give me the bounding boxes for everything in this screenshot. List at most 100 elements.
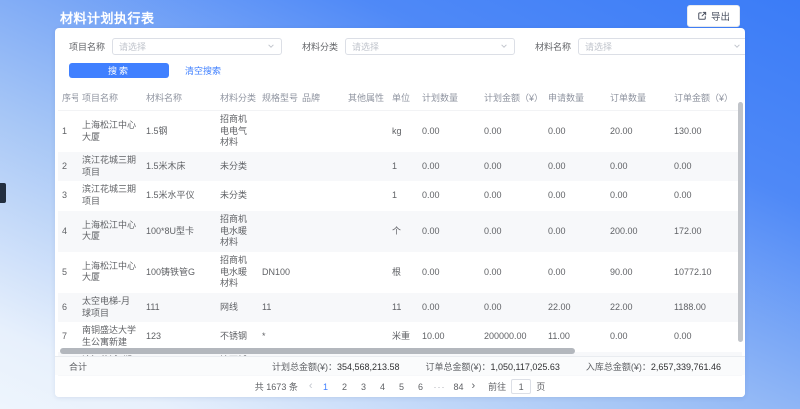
table-cell: 招商机电电气材料 <box>216 111 258 153</box>
table-cell: 90.00 <box>606 252 670 293</box>
column-header: 其他属性 <box>344 86 388 111</box>
search-button[interactable]: 搜索 <box>69 63 169 78</box>
table-cell: 滨江花城三期项目 <box>78 152 142 181</box>
table-cell: 0.00 <box>480 211 544 252</box>
table-cell: 上海松江中心大厦 <box>78 111 142 153</box>
column-header: 项目名称 <box>78 86 142 111</box>
select-placeholder: 请选择 <box>585 40 612 53</box>
filter-bar: 项目名称 请选择 材料分类 请选择 材料名称 请选择 <box>69 37 731 55</box>
goto-page-input[interactable] <box>511 379 531 394</box>
table-cell: 1 <box>388 152 418 181</box>
material-name-select[interactable]: 请选择 <box>578 38 745 55</box>
clear-search-link[interactable]: 清空搜索 <box>185 64 221 77</box>
main-card: 项目名称 请选择 材料分类 请选择 材料名称 请选择 <box>55 28 745 397</box>
pagination-bar: 共 1673 条 ‹ 123456···84 › 前往 页 <box>55 376 745 397</box>
vertical-scrollbar[interactable] <box>738 102 743 342</box>
table-cell: 22.00 <box>606 293 670 322</box>
table-cell: 11 <box>388 293 418 322</box>
page-button[interactable]: 3 <box>358 382 370 392</box>
column-header: 规格型号 <box>258 86 298 111</box>
table-cell <box>298 211 344 252</box>
page-button[interactable]: 5 <box>396 382 408 392</box>
goto-unit-label: 页 <box>536 380 545 393</box>
page-ellipsis: ··· <box>434 382 446 392</box>
column-header: 序号 <box>58 86 78 111</box>
table-cell: 0.00 <box>606 181 670 210</box>
table-cell <box>344 252 388 293</box>
table-cell <box>258 211 298 252</box>
table-cell: 1.5钢 <box>142 111 216 153</box>
table-cell: 0.00 <box>418 181 480 210</box>
table-row: 5上海松江中心大厦100铸铁管G招商机电水暖材料DN100根0.000.000.… <box>58 252 742 293</box>
column-header: 计划数量 <box>418 86 480 111</box>
column-header: 品牌 <box>298 86 344 111</box>
table-cell: 1 <box>58 111 78 153</box>
table-cell: 0.00 <box>418 211 480 252</box>
table-cell: 100*8U型卡 <box>142 211 216 252</box>
table-header-row: 序号项目名称材料名称材料分类规格型号品牌其他属性单位计划数量计划金额（¥）申请数… <box>58 86 742 111</box>
table-cell: 0.00 <box>418 252 480 293</box>
table-cell: 0.00 <box>544 211 606 252</box>
table-cell: 0.00 <box>544 252 606 293</box>
pagination-total: 共 1673 条 <box>255 380 298 393</box>
page-button[interactable]: 2 <box>339 382 351 392</box>
export-button[interactable]: 导出 <box>687 5 740 27</box>
filter-material-name: 材料名称 请选择 <box>535 38 745 55</box>
project-name-select[interactable]: 请选择 <box>112 38 282 55</box>
next-page-button[interactable]: › <box>472 381 476 392</box>
sidebar-collapse-handle[interactable] <box>0 183 6 203</box>
summary-total: 入库总金额(¥)：2,657,339,761.46 <box>586 360 721 373</box>
summary-total: 订单总金额(¥)：1,050,117,025.63 <box>426 360 560 373</box>
chevron-down-icon <box>500 42 508 50</box>
column-header: 材料名称 <box>142 86 216 111</box>
horizontal-scrollbar[interactable] <box>60 348 575 354</box>
table-cell: 0.00 <box>418 152 480 181</box>
table-row: 2滨江花城三期项目1.5米木床未分类10.000.000.000.000.00 <box>58 152 742 181</box>
table-cell: 太空电梯-月球项目 <box>78 293 142 322</box>
page-button[interactable]: 6 <box>415 382 427 392</box>
table-cell: 111 <box>142 293 216 322</box>
page-button[interactable]: 1 <box>320 382 332 392</box>
table-cell <box>344 181 388 210</box>
table-cell: 130.00 <box>670 111 742 153</box>
prev-page-button[interactable]: ‹ <box>309 381 313 392</box>
table-cell: 1188.00 <box>670 293 742 322</box>
table-cell: 20.00 <box>606 111 670 153</box>
table-cell: 上海松江中心大厦 <box>78 252 142 293</box>
table-cell: kg <box>388 111 418 153</box>
table-cell: 2 <box>58 152 78 181</box>
page-button[interactable]: 4 <box>377 382 389 392</box>
table-cell <box>298 252 344 293</box>
material-category-select[interactable]: 请选择 <box>345 38 515 55</box>
table-cell <box>298 111 344 153</box>
table-cell: 5 <box>58 252 78 293</box>
table-cell: 6 <box>58 293 78 322</box>
page-title: 材料计划执行表 <box>60 8 155 27</box>
export-icon <box>697 11 707 21</box>
table-cell: 0.00 <box>606 152 670 181</box>
filter-material-category: 材料分类 请选择 <box>302 38 515 55</box>
table-cell: 上海松江中心大厦 <box>78 211 142 252</box>
table-cell: 未分类 <box>216 181 258 210</box>
table-cell: 0.00 <box>544 152 606 181</box>
table-cell: 根 <box>388 252 418 293</box>
table-cell: 0.00 <box>418 293 480 322</box>
table-cell <box>344 152 388 181</box>
table-cell: 0.00 <box>670 152 742 181</box>
filter-label: 材料分类 <box>302 40 338 53</box>
filter-project-name: 项目名称 请选择 <box>69 38 282 55</box>
table-cell: 招商机电水暖材料 <box>216 211 258 252</box>
table-cell <box>298 152 344 181</box>
summary-totals: 计划总金额(¥)：354,568,213.58订单总金额(¥)：1,050,11… <box>272 360 721 373</box>
table-cell: 0.00 <box>670 181 742 210</box>
table-cell: 0.00 <box>418 111 480 153</box>
table-cell: 0.00 <box>670 322 742 351</box>
table-cell <box>258 181 298 210</box>
page-button[interactable]: 84 <box>453 382 465 392</box>
table-row: 1上海松江中心大厦1.5钢招商机电电气材料kg0.000.000.0020.00… <box>58 111 742 153</box>
table-cell <box>344 211 388 252</box>
table-cell: 1.5米水平仪 <box>142 181 216 210</box>
table-cell: 4 <box>58 211 78 252</box>
table-cell: DN100 <box>258 252 298 293</box>
table-row: 6太空电梯-月球项目111网线11110.000.0022.0022.00118… <box>58 293 742 322</box>
